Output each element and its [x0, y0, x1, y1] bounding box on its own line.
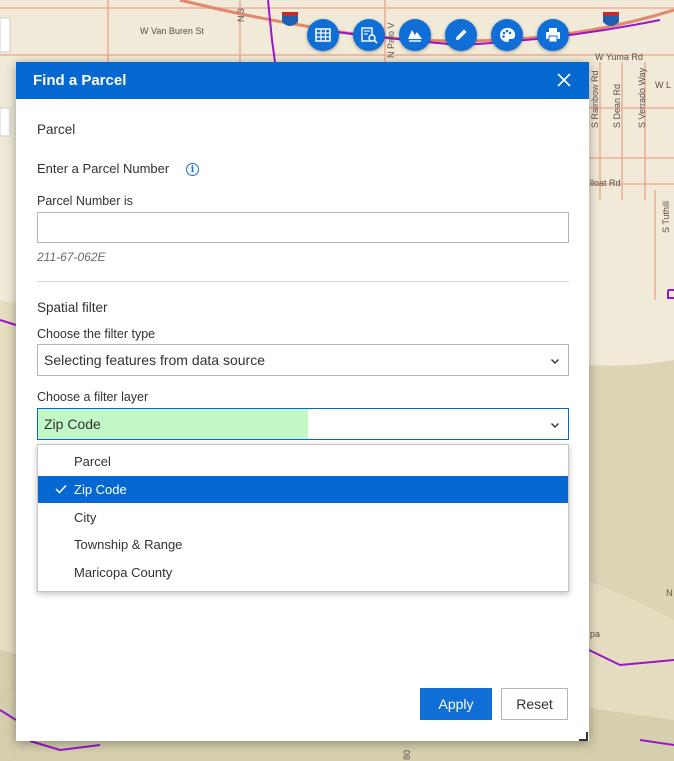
parcel-field-label: Parcel Number is: [37, 194, 133, 208]
option-label: Zip Code: [74, 482, 127, 497]
checkmark-icon: [55, 484, 67, 494]
close-icon[interactable]: [557, 73, 571, 87]
parcel-number-input[interactable]: [37, 212, 569, 243]
basemap-button[interactable]: [399, 19, 431, 51]
info-icon[interactable]: i: [186, 163, 199, 176]
map-label-pa: pa: [590, 629, 601, 639]
basemap-icon: [408, 30, 422, 42]
map-label-n: N: [666, 588, 673, 598]
option-label: Township & Range: [74, 537, 183, 552]
resize-handle-icon[interactable]: [578, 731, 588, 741]
dropdown-option-parcel[interactable]: Parcel: [38, 448, 568, 475]
map-label-float: lloat Rd: [590, 178, 621, 188]
dropdown-option-city[interactable]: City: [38, 504, 568, 531]
map-label-tuthill: S Tuthill: [661, 200, 671, 233]
parcel-prompt: Enter a Parcel Number: [37, 161, 170, 176]
style-icon: [499, 27, 516, 42]
attribute-table-button[interactable]: [307, 19, 339, 51]
filter-type-value: Selecting features from data source: [44, 352, 266, 368]
parcel-hint: 211-67-062E: [37, 250, 106, 264]
section-title-spatial: Spatial filter: [37, 300, 108, 315]
map-label-verrado: S Verrado Way: [637, 67, 647, 128]
chevron-down-icon: [551, 359, 559, 364]
filter-type-select[interactable]: Selecting features from data source: [37, 344, 569, 376]
query-button[interactable]: [353, 19, 385, 51]
map-label-n3: N 3: [236, 7, 246, 22]
map-label-dean: S Dean Rd: [612, 83, 622, 128]
chevron-down-icon: [551, 423, 559, 428]
map-label-palo-verde: N Palo V: [386, 22, 396, 58]
dropdown-option-maricopa-county[interactable]: Maricopa County: [38, 559, 568, 586]
map-label-rainbow: S Rainbow Rd: [590, 70, 600, 128]
map-label-wl: W L: [655, 80, 672, 90]
filter-layer-label: Choose a filter layer: [37, 390, 149, 404]
filter-layer-select[interactable]: Zip Code: [37, 408, 569, 440]
panel-header: Find a Parcel: [16, 62, 589, 99]
option-label: Parcel: [74, 454, 111, 469]
section-title-parcel: Parcel: [37, 122, 76, 137]
print-button[interactable]: [537, 19, 569, 51]
dropdown-option-zip-code[interactable]: Zip Code: [38, 476, 568, 503]
filter-type-label: Choose the filter type: [37, 327, 156, 341]
map-label-yuma: W Yuma Rd: [595, 52, 643, 62]
filter-layer-dropdown: Parcel Zip Code City Township & Range Ma…: [37, 444, 569, 592]
option-label: City: [74, 510, 97, 525]
style-button[interactable]: [491, 19, 523, 51]
table-icon: [315, 28, 331, 42]
panel-title: Find a Parcel: [33, 72, 127, 89]
map-label-80: 80: [402, 749, 412, 760]
query-icon: [361, 27, 378, 44]
find-parcel-panel: Find a Parcel Parcel Enter a Parcel Numb…: [16, 62, 589, 741]
edit-icon: [456, 29, 467, 40]
apply-button[interactable]: Apply: [420, 688, 492, 720]
map-label-van-buren: W Van Buren St: [140, 26, 204, 36]
draw-button[interactable]: [445, 19, 477, 51]
reset-button[interactable]: Reset: [501, 688, 568, 720]
filter-layer-value: Zip Code: [44, 416, 101, 432]
dropdown-option-township-range[interactable]: Township & Range: [38, 531, 568, 558]
option-label: Maricopa County: [74, 565, 173, 580]
divider: [37, 281, 569, 282]
print-icon: [546, 28, 560, 43]
